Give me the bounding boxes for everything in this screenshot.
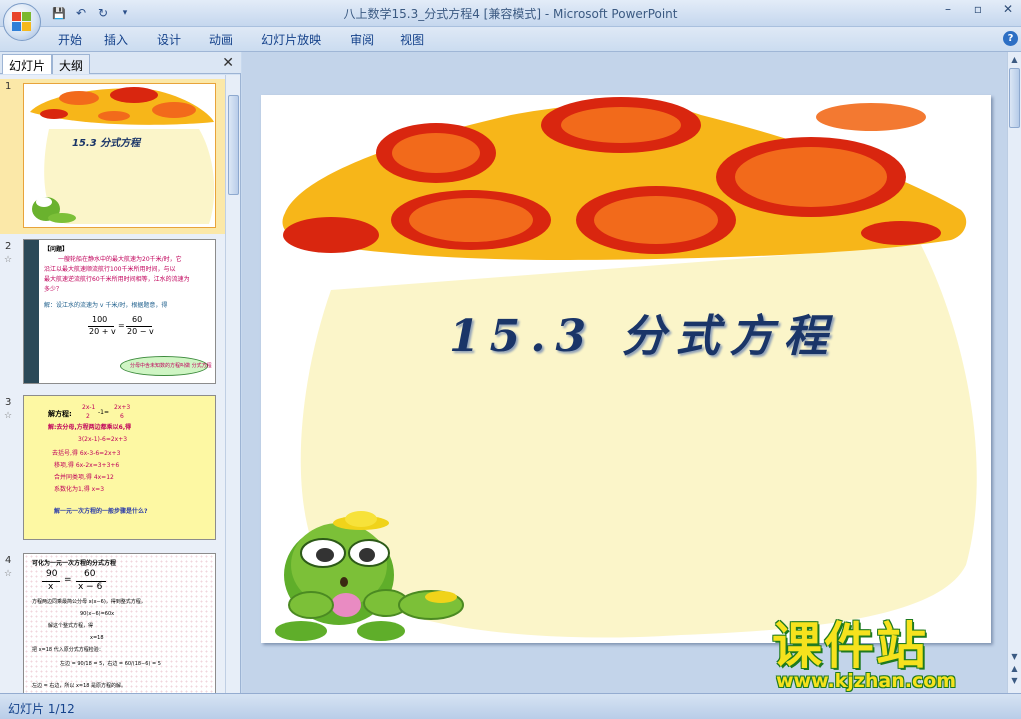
scroll-up-arrow-icon[interactable]: ▲ bbox=[1009, 55, 1020, 64]
tab-outline[interactable]: 大纲 bbox=[52, 54, 91, 74]
thumbnail-fraction: 90 bbox=[46, 569, 58, 579]
mushroom-thumbnail-graphic bbox=[30, 87, 215, 224]
close-button[interactable]: ✕ bbox=[999, 2, 1017, 16]
thumbnail-text: 3(2x-1)-6=2x+3 bbox=[78, 436, 128, 443]
thumbnail-text: 解这个整式方程，得 bbox=[48, 623, 94, 629]
tab-view[interactable]: 视图 bbox=[400, 31, 424, 48]
thumbnail-text: 最大航速逆流航行60千米所用时间相等，江水的流速为 bbox=[44, 276, 190, 283]
thumbnail-text: 可化为一元一次方程的分式方程 bbox=[32, 560, 117, 567]
tab-animations[interactable]: 动画 bbox=[209, 31, 233, 48]
thumbnail-text: 多少？ bbox=[44, 286, 63, 293]
tab-slideshow[interactable]: 幻灯片放映 bbox=[261, 31, 321, 48]
thumbnail-equals: = bbox=[64, 575, 72, 585]
thumbnail-text: -1= bbox=[98, 409, 110, 416]
thumbnail-text: 90(x−6)=60x bbox=[80, 611, 115, 617]
watermark-url: www.kjzhan.com bbox=[776, 670, 957, 692]
thumbnail-fraction: 2x-1 bbox=[82, 404, 96, 411]
minimize-button[interactable]: – bbox=[939, 2, 957, 16]
current-slide[interactable]: 15.3 分式方程 bbox=[261, 95, 991, 643]
thumbnail-number: 3 bbox=[5, 397, 12, 408]
help-icon[interactable]: ? bbox=[1003, 31, 1018, 46]
slide-editing-area: 15.3 分式方程 bbox=[242, 52, 1007, 693]
pane-tabs: 幻灯片 大纲 ✕ bbox=[0, 52, 241, 74]
scrollbar-thumb[interactable] bbox=[1009, 68, 1020, 128]
thumbnail-list: 1 15.3 分式方程 2 ☆ 【问题】 一艘轮船在静水中的最大航速为20千米/… bbox=[0, 75, 225, 693]
thumbnail-scrollbar[interactable] bbox=[225, 75, 240, 693]
thumbnail-text: 解一元一次方程的一般步骤是什么? bbox=[54, 508, 148, 515]
tab-insert[interactable]: 插入 bbox=[104, 31, 128, 48]
thumbnail-callout-text: 分母中含未知数的方程叫做 分式方程 bbox=[130, 363, 212, 369]
thumbnail-text: x=18 bbox=[90, 635, 104, 641]
slide-counter: 幻灯片 1/12 bbox=[8, 702, 75, 716]
thumbnail-slide-4[interactable]: 可化为一元一次方程的分式方程 90 x = 60 x − 6 方程两边同乘最简公… bbox=[23, 553, 216, 693]
thumbnail-text: 移项,得 6x-2x=3+3+6 bbox=[54, 462, 120, 469]
thumbnail-text: 解：设江水的流速为 v 千米/时，根据题意，得 bbox=[44, 302, 168, 309]
window-title: 八上数学15.3_分式方程4 [兼容模式] - Microsoft PowerP… bbox=[343, 7, 678, 21]
window-controls: – ▫ ✕ bbox=[939, 2, 1017, 16]
thumbnail-fraction: 20 − v bbox=[127, 327, 154, 336]
pane-close-icon[interactable]: ✕ bbox=[222, 55, 234, 71]
restore-button[interactable]: ▫ bbox=[969, 2, 987, 16]
thumbnail-fraction: x − 6 bbox=[78, 582, 103, 592]
thumbnail-number: 1 bbox=[5, 81, 12, 92]
thumbnail-text: 左边 = 90/18 = 5，右边 = 60/(18−6) = 5 bbox=[60, 661, 161, 667]
next-slide-icon[interactable]: ▼ bbox=[1009, 676, 1020, 685]
thumbnail-fraction: 60 bbox=[132, 315, 143, 324]
thumbnail-number: 2 bbox=[5, 241, 12, 252]
transition-star-icon: ☆ bbox=[4, 569, 13, 579]
thumbnail-row-4[interactable]: 4 ☆ 可化为一元一次方程的分式方程 90 x = 60 x − 6 方程两边同… bbox=[0, 553, 225, 693]
office-button[interactable] bbox=[3, 3, 41, 41]
tab-home[interactable]: 开始 bbox=[58, 31, 82, 48]
previous-slide-icon[interactable]: ▲ bbox=[1009, 664, 1020, 673]
watermark-cn: 课件站 bbox=[772, 617, 928, 675]
thumbnail-equals: = bbox=[118, 321, 125, 330]
ribbon-tabs: 开始 插入 设计 动画 幻灯片放映 审阅 视图 bbox=[58, 31, 440, 48]
thumbnail-text: 【问题】 bbox=[44, 246, 69, 253]
thumbnail-text: 去括号,得 6x-3-6=2x+3 bbox=[52, 450, 121, 457]
thumbnail-number: 4 bbox=[5, 555, 12, 566]
thumbnail-title: 15.3 分式方程 bbox=[72, 138, 141, 149]
thumbnail-slide-3[interactable]: 解方程: 2x-1 2 -1= 2x+3 6 解:去分母,方程两边都乘以6,得 … bbox=[23, 395, 216, 540]
slide-title[interactable]: 15.3 分式方程 bbox=[449, 300, 837, 364]
thumbnail-text: 一艘轮船在静水中的最大航速为20千米/时，它 bbox=[58, 256, 182, 263]
thumbnail-text: 解:去分母,方程两边都乘以6,得 bbox=[48, 424, 132, 431]
thumbnail-text: 左边 = 右边，所以 x=18 是原方程的解。 bbox=[32, 683, 127, 689]
thumbnail-row-1[interactable]: 1 15.3 分式方程 bbox=[0, 79, 225, 234]
thumbnail-fraction: 2 bbox=[86, 413, 90, 420]
thumbnail-fraction: 6 bbox=[120, 413, 124, 420]
thumbnail-text: 方程两边同乘最简公分母 x(x−6)，得到整式方程， bbox=[32, 599, 146, 605]
mushroom-graphic bbox=[275, 97, 977, 641]
thumbnail-text: 解方程: bbox=[48, 410, 72, 418]
slide-scrollbar[interactable]: ▲ ▼ ▲ ▼ bbox=[1007, 52, 1021, 693]
office-logo-icon bbox=[12, 12, 32, 32]
slides-pane: 幻灯片 大纲 ✕ 1 15.3 分式方程 2 ☆ 【问题】 一艘轮船在静水中的最… bbox=[0, 52, 241, 693]
tab-slides[interactable]: 幻灯片 bbox=[2, 54, 53, 74]
thumbnail-text: 沿江以最大航速顺流航行100千米所用时间，与以 bbox=[44, 266, 176, 273]
thumbnail-slide-2[interactable]: 【问题】 一艘轮船在静水中的最大航速为20千米/时，它 沿江以最大航速顺流航行1… bbox=[23, 239, 216, 384]
thumbnail-fraction: 20 + v bbox=[89, 327, 116, 336]
status-bar: 幻灯片 1/12 bbox=[0, 693, 1021, 719]
transition-star-icon: ☆ bbox=[4, 255, 13, 265]
thumbnail-text: 合并同类项,得 4x=12 bbox=[54, 474, 114, 481]
scroll-down-arrow-icon[interactable]: ▼ bbox=[1009, 652, 1020, 661]
thumbnail-fraction: 60 bbox=[84, 569, 96, 579]
thumbnail-row-2[interactable]: 2 ☆ 【问题】 一艘轮船在静水中的最大航速为20千米/时，它 沿江以最大航速顺… bbox=[0, 239, 225, 394]
watermark-logo: 课件站 www.kjzhan.com bbox=[772, 620, 1002, 692]
tab-design[interactable]: 设计 bbox=[157, 31, 181, 48]
thumbnail-side-bar bbox=[24, 240, 39, 383]
thumbnail-fraction: 2x+3 bbox=[114, 404, 131, 411]
ribbon-tabs-bar: 开始 插入 设计 动画 幻灯片放映 审阅 视图 ? bbox=[0, 27, 1021, 52]
thumbnail-fraction: 100 bbox=[92, 315, 108, 324]
thumbnail-text: 系数化为1,得 x=3 bbox=[54, 486, 105, 493]
thumbnail-slide-1[interactable]: 15.3 分式方程 bbox=[23, 83, 216, 228]
tab-review[interactable]: 审阅 bbox=[350, 31, 374, 48]
thumbnail-fraction: x bbox=[48, 582, 54, 592]
title-bar: 💾 ↶ ↻ ▾ 八上数学15.3_分式方程4 [兼容模式] - Microsof… bbox=[0, 0, 1021, 41]
transition-star-icon: ☆ bbox=[4, 411, 13, 421]
thumbnail-row-3[interactable]: 3 ☆ 解方程: 2x-1 2 -1= 2x+3 6 解:去分母,方程两边都乘以… bbox=[0, 395, 225, 550]
scrollbar-thumb[interactable] bbox=[228, 95, 239, 195]
thumbnail-text: 把 x=18 代入原分式方程检验： bbox=[32, 647, 104, 653]
